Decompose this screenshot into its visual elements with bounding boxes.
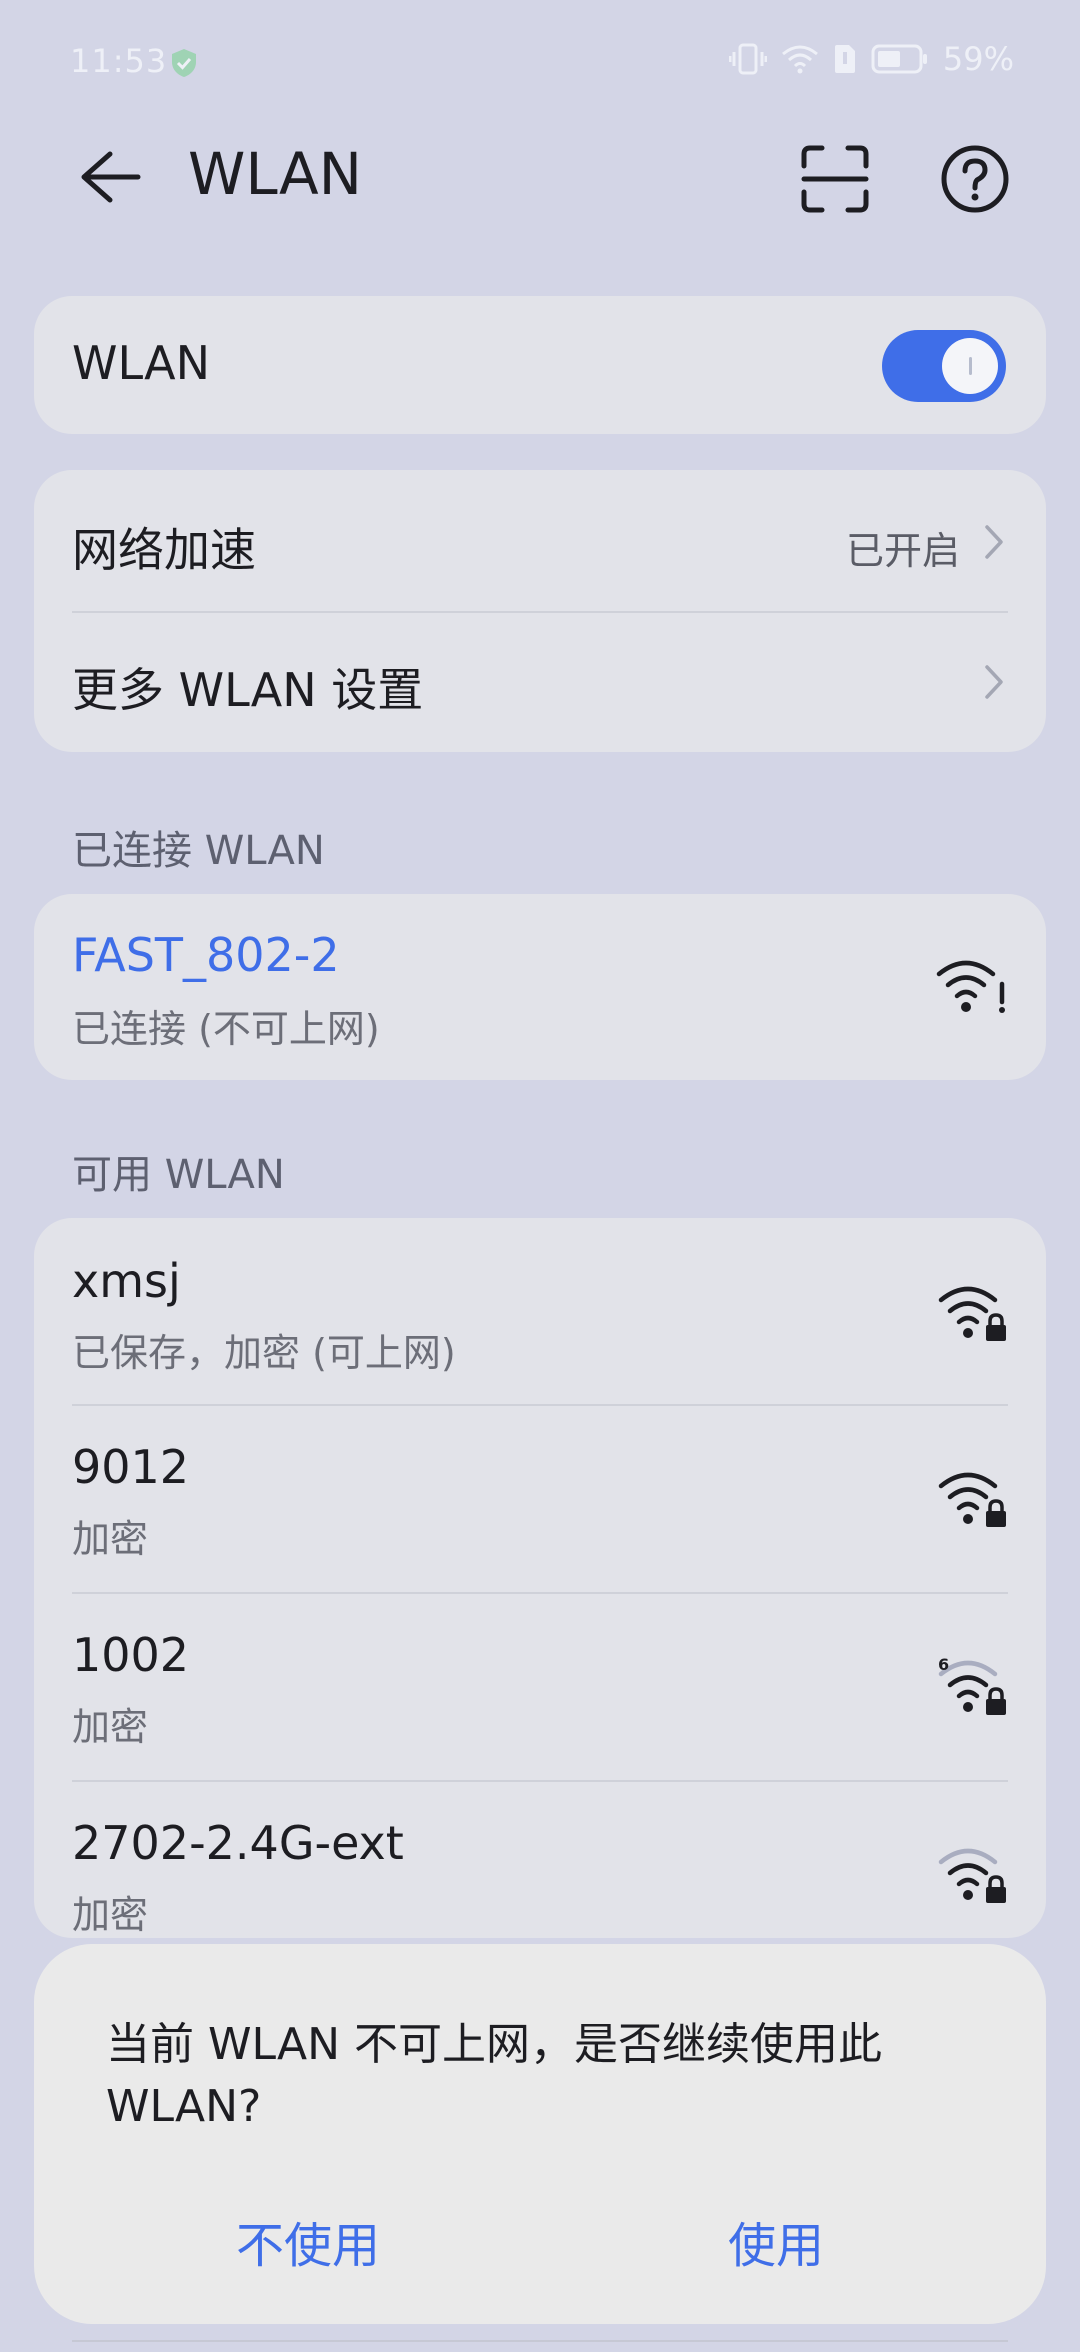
page-title: WLAN — [188, 140, 363, 208]
wifi6-weak-locked-icon: 6 — [938, 1655, 1006, 1715]
network-name: 1002 — [72, 1628, 190, 1682]
settings-card: 网络加速 已开启 更多 WLAN 设置 — [34, 470, 1046, 752]
wifi6-badge: 6 — [938, 1655, 949, 1674]
network-acceleration-row[interactable]: 网络加速 已开启 — [34, 470, 1046, 612]
available-networks-card: xmsj 已保存，加密 (可上网) 9012 加密 1002 加密 6 2702… — [34, 1218, 1046, 1938]
use-button[interactable]: 使用 — [728, 2206, 824, 2276]
back-arrow-icon[interactable] — [72, 142, 142, 212]
more-wlan-settings-label: 更多 WLAN 设置 — [72, 663, 424, 717]
status-bar: 11:53 59% — [0, 0, 1080, 120]
network-name: 9012 — [72, 1440, 190, 1494]
battery-percent: 59% — [942, 40, 1014, 78]
status-right-group: 59% — [728, 40, 1014, 78]
wlan-toggle-label: WLAN — [72, 336, 211, 390]
wlan-toggle-card: WLAN — [34, 296, 1046, 434]
connected-network-row[interactable]: FAST_802-2 已连接 (不可上网) — [34, 894, 1046, 1080]
network-row[interactable]: 1002 加密 6 — [34, 1594, 1046, 1780]
chevron-right-icon — [985, 525, 1003, 559]
dont-use-button[interactable]: 不使用 — [236, 2206, 380, 2276]
more-wlan-settings-row[interactable]: 更多 WLAN 设置 — [34, 612, 1046, 752]
network-row[interactable]: xmsj 已保存，加密 (可上网) — [34, 1218, 1046, 1404]
connected-section-title: 已连接 WLAN — [72, 828, 325, 874]
wifi-no-internet-icon — [936, 960, 1005, 1013]
wifi-locked-icon — [938, 1286, 1006, 1341]
chevron-right-icon — [985, 665, 1003, 699]
wifi-weak-locked-icon — [938, 1848, 1006, 1903]
dialog-message: 当前 WLAN 不可上网，是否继续使用此 WLAN? — [106, 2019, 883, 2132]
help-icon[interactable] — [940, 144, 1010, 214]
wlan-toggle-switch[interactable] — [882, 330, 1006, 402]
toggle-knob — [942, 338, 998, 394]
scan-icon[interactable] — [800, 144, 870, 214]
network-status: 加密 — [72, 1517, 149, 1561]
network-status: 加密 — [72, 1893, 149, 1937]
network-name: xmsj — [72, 1254, 181, 1308]
no-internet-dialog: 当前 WLAN 不可上网，是否继续使用此 WLAN? 不使用 使用 — [34, 1944, 1046, 2324]
wifi-locked-icon — [938, 1472, 1006, 1527]
network-status: 已保存，加密 (可上网) — [72, 1331, 456, 1375]
connected-network-status: 已连接 (不可上网) — [72, 1007, 380, 1051]
network-acceleration-value: 已开启 — [845, 529, 960, 573]
battery-icon — [871, 44, 927, 74]
network-row[interactable]: 9012 加密 — [34, 1406, 1046, 1592]
shield-icon — [172, 49, 196, 77]
available-section-title: 可用 WLAN — [72, 1152, 285, 1198]
wifi-status-icon — [781, 45, 818, 74]
network-name: 2702-2.4G-ext — [72, 1816, 404, 1870]
network-status: 加密 — [72, 1705, 149, 1749]
divider — [72, 2340, 1008, 2342]
status-time: 11:53 — [70, 42, 168, 80]
sim-icon — [834, 45, 855, 73]
network-row[interactable]: 2702-2.4G-ext 加密 — [34, 1782, 1046, 1938]
vibrate-icon — [728, 43, 767, 75]
connected-network-name: FAST_802-2 — [72, 928, 340, 982]
network-acceleration-label: 网络加速 — [72, 523, 256, 577]
